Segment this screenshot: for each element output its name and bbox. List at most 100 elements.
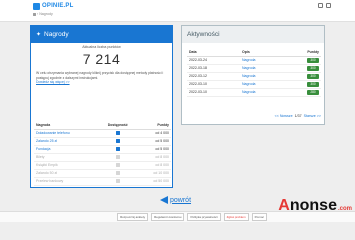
- points-badge: 300: [307, 57, 319, 63]
- home-icon[interactable]: [33, 12, 36, 16]
- points-label: Aktualna liczba punktów: [82, 45, 121, 49]
- points-badge: 300: [307, 65, 319, 71]
- activity-desc[interactable]: Nagroda: [240, 88, 283, 97]
- older-link[interactable]: Starsze >>: [304, 114, 321, 118]
- activity-points-cell: 300: [282, 56, 321, 65]
- lock-icon: [115, 163, 120, 168]
- reward-name[interactable]: Fundacja: [34, 145, 98, 154]
- unlock-icon[interactable]: [115, 131, 120, 136]
- activity-row: 2022-03-24 Nagroda 300: [187, 56, 321, 65]
- footer-privacy[interactable]: Polityka prywatności: [187, 213, 221, 221]
- page-indicator: 1/37: [294, 114, 302, 118]
- pagination: << Nowsze 1/37 Starsze >>: [187, 114, 321, 118]
- breadcrumb-current: Nagrody: [39, 12, 53, 16]
- activity-points-cell: 300: [282, 64, 321, 73]
- col-desc: Opis: [240, 48, 283, 57]
- top-bar: OPINIE.PL › Nagrody: [0, 0, 355, 22]
- reward-name: Bilety: [34, 153, 98, 162]
- activity-desc[interactable]: Nagroda: [240, 80, 283, 89]
- logo-icon: [33, 2, 40, 10]
- rewards-title: Nagrody: [44, 31, 69, 38]
- points-value: 7 214: [82, 51, 121, 67]
- activity-points-cell: 300: [282, 80, 321, 89]
- col-availability: Dostępność: [97, 121, 138, 130]
- reward-row[interactable]: Fundacja od 5 000: [34, 145, 171, 154]
- reward-points: od 8 000: [137, 161, 171, 170]
- availability-cell: [97, 153, 138, 162]
- reward-points: od 10 000: [137, 169, 171, 178]
- notification-icon[interactable]: [318, 3, 323, 8]
- lock-icon: [115, 179, 120, 184]
- breadcrumb-sep: ›: [37, 12, 39, 16]
- rewards-table: Nagroda Dostępność Punkty Doładowanie te…: [34, 121, 171, 186]
- reward-row: Zalando 50 zł od 10 000: [34, 169, 171, 178]
- activity-row: 2022-03-12 Nagroda 300: [187, 72, 321, 81]
- col-reward: Nagroda: [34, 121, 98, 130]
- activity-date: 2022-03-18: [187, 64, 241, 73]
- availability-cell: [97, 137, 138, 146]
- logo[interactable]: OPINIE.PL: [33, 2, 73, 10]
- footer-report-problem[interactable]: Zgłoś problem: [223, 213, 249, 221]
- availability-cell: [97, 129, 138, 138]
- unlock-icon[interactable]: [115, 139, 120, 144]
- menu-icon[interactable]: [326, 3, 331, 8]
- activity-row: 2022-03-10 Nagroda 280: [187, 88, 321, 97]
- watermark-domain: .com: [337, 206, 352, 212]
- activity-desc[interactable]: Nagroda: [240, 56, 283, 65]
- rewards-table-header: Nagroda Dostępność Punkty: [34, 121, 171, 130]
- back-label: powrót: [170, 196, 192, 204]
- activity-table-header: Data Opis Punkty: [187, 48, 321, 57]
- reward-points: od 8 000: [137, 153, 171, 162]
- reward-row: Przelew bankowy od 50 000: [34, 177, 171, 186]
- activity-row: 2022-03-10 Nagroda 300: [187, 80, 321, 89]
- activity-date: 2022-03-24: [187, 56, 241, 65]
- reward-row: Książki Empik od 8 000: [34, 161, 171, 170]
- watermark-text: nonse: [289, 197, 337, 214]
- rewards-panel-header: ✦ Nagrody: [31, 26, 172, 43]
- col-date: Data: [187, 48, 241, 57]
- reward-name: Książki Empik: [34, 161, 98, 170]
- logo-text: OPINIE.PL: [42, 3, 74, 9]
- activity-table: Data Opis Punkty 2022-03-24 Nagroda 300 202…: [187, 48, 321, 97]
- reward-name: Zalando 50 zł: [34, 169, 98, 178]
- activity-desc[interactable]: Nagroda: [240, 72, 283, 81]
- breadcrumb: › Nagrody: [33, 12, 53, 16]
- unlock-icon[interactable]: [115, 147, 120, 152]
- reward-row[interactable]: Zalando 25 zł od 5 000: [34, 137, 171, 146]
- activity-points-cell: 300: [282, 72, 321, 81]
- activity-panel: Aktywności Data Opis Punkty 2022-03-24 Na…: [181, 25, 325, 125]
- reward-name[interactable]: Doładowanie telefonu: [34, 129, 98, 138]
- availability-cell: [97, 145, 138, 154]
- rewards-panel: ✦ Nagrody Aktualna liczba punktów 7 214 …: [30, 25, 173, 188]
- points-badge: 300: [307, 81, 319, 87]
- newer-link[interactable]: << Nowsze: [275, 114, 293, 118]
- reward-name: Przelew bankowy: [34, 177, 98, 186]
- activity-date: 2022-03-10: [187, 80, 241, 89]
- lock-icon: [115, 155, 120, 160]
- back-button[interactable]: powrót: [160, 196, 191, 204]
- activity-date: 2022-03-10: [187, 88, 241, 97]
- availability-cell: [97, 161, 138, 170]
- footer-start-surveys[interactable]: Rozpocznij ankiety: [117, 213, 149, 221]
- watermark: A nonse .com: [278, 197, 352, 215]
- back-arrow-icon: [160, 196, 168, 204]
- details-link[interactable]: Dowiedz się więcej >>: [36, 80, 70, 84]
- points-badge: 300: [307, 73, 319, 79]
- reward-points: od 50 000: [137, 177, 171, 186]
- reward-name[interactable]: Zalando 25 zł: [34, 137, 98, 146]
- description-text: W celu otrzymania wybranej nagrody klikn…: [36, 71, 164, 80]
- activity-points-cell: 280: [282, 88, 321, 97]
- activity-desc[interactable]: Nagroda: [240, 64, 283, 73]
- footer-help[interactable]: Pomoc: [251, 213, 267, 221]
- reward-row: Bilety od 8 000: [34, 153, 171, 162]
- footer-contest-rules[interactable]: Regulamin konkursu: [151, 213, 185, 221]
- watermark-a: A: [278, 197, 290, 214]
- reward-points: od 5 000: [137, 137, 171, 146]
- activity-title: Aktywności: [182, 26, 324, 43]
- reward-row[interactable]: Doładowanie telefonu od 4 000: [34, 129, 171, 138]
- reward-points: od 5 000: [137, 145, 171, 154]
- top-icons: [318, 3, 331, 8]
- rewards-description: W celu otrzymania wybranej nagrody klikn…: [36, 71, 169, 85]
- gift-icon: ✦: [36, 32, 42, 38]
- availability-cell: [97, 177, 138, 186]
